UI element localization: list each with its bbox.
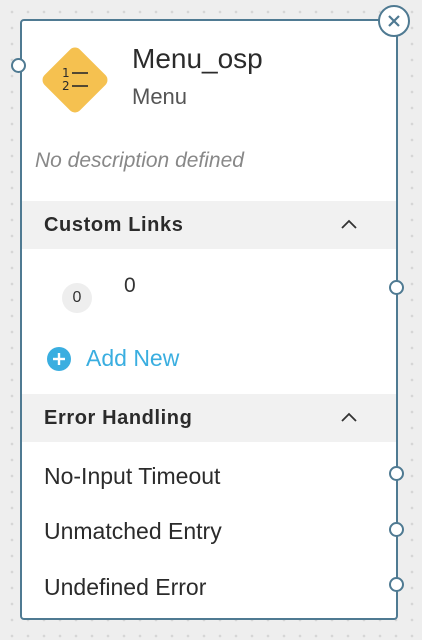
menu-node-card[interactable]: 1 2 Menu_osp Menu No description defined… xyxy=(20,19,398,620)
input-port[interactable] xyxy=(11,58,26,73)
custom-links-header[interactable]: Custom Links xyxy=(22,201,396,249)
menu-list-icon: 1 2 xyxy=(32,37,118,123)
no-input-timeout-output-port[interactable] xyxy=(389,466,404,481)
error-handling-title: Error Handling xyxy=(44,407,193,429)
node-description: No description defined xyxy=(35,149,244,172)
chevron-up-icon[interactable] xyxy=(340,217,358,235)
close-icon xyxy=(388,15,400,27)
undefined-error-output-port[interactable] xyxy=(389,577,404,592)
add-new-label: Add New xyxy=(86,345,180,371)
node-type: Menu xyxy=(132,84,188,109)
unmatched-entry-output-port[interactable] xyxy=(389,522,404,537)
link-index-badge: 0 xyxy=(62,283,92,313)
error-item-no-input-timeout: No-Input Timeout xyxy=(44,463,221,489)
svg-text:1: 1 xyxy=(62,66,70,80)
error-item-unmatched-entry: Unmatched Entry xyxy=(44,518,222,544)
node-title: Menu_osp xyxy=(132,43,263,74)
close-node-button[interactable] xyxy=(378,5,410,37)
error-item-undefined-error: Undefined Error xyxy=(44,574,207,600)
chevron-up-icon[interactable] xyxy=(340,410,358,428)
custom-link-output-port[interactable] xyxy=(389,280,404,295)
plus-circle-icon xyxy=(46,346,72,372)
svg-text:2: 2 xyxy=(62,79,70,93)
custom-link-label: 0 xyxy=(124,274,136,297)
custom-links-title: Custom Links xyxy=(44,214,184,236)
error-handling-header[interactable]: Error Handling xyxy=(22,394,396,442)
